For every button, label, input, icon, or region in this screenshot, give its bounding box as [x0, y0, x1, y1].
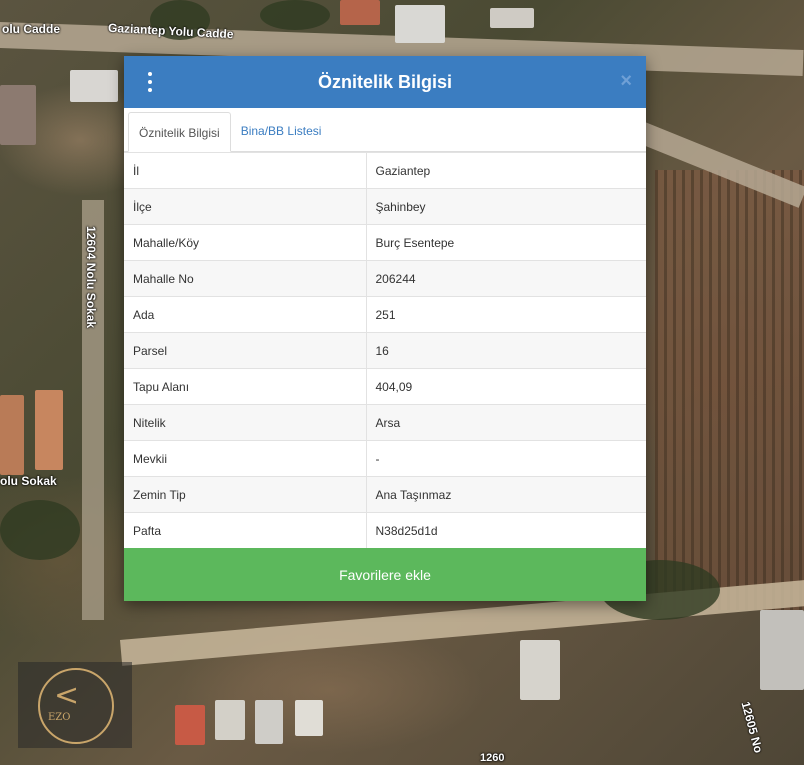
table-row: Tapu Alanı 404,09	[124, 368, 646, 405]
table-row: Mahalle/Köy Burç Esentepe	[124, 224, 646, 261]
attribute-key: İlçe	[124, 188, 367, 225]
building	[215, 700, 245, 740]
table-row: Mevkii -	[124, 440, 646, 477]
attribute-key: İl	[124, 152, 367, 189]
menu-vertical-dots-icon[interactable]	[138, 71, 162, 93]
building	[395, 5, 445, 43]
tree-cluster	[0, 500, 80, 560]
attribute-key: Zemin Tip	[124, 476, 367, 513]
building	[0, 395, 24, 475]
attribute-value: Ana Taşınmaz	[366, 476, 646, 513]
building	[340, 0, 380, 25]
building	[760, 610, 804, 690]
building	[35, 390, 63, 470]
attribute-key: Pafta	[124, 512, 367, 549]
attribute-value: Gaziantep	[366, 152, 646, 189]
attribute-value: 16	[366, 332, 646, 369]
close-icon[interactable]: ×	[620, 70, 632, 92]
street-label: olu Cadde	[2, 22, 61, 36]
tab-bar: Öznitelik Bilgisi Bina/BB Listesi	[124, 108, 646, 152]
building	[255, 700, 283, 744]
building	[0, 85, 36, 145]
street-label: olu Sokak	[0, 474, 57, 488]
attribute-key: Parsel	[124, 332, 367, 369]
attribute-key: Ada	[124, 296, 367, 333]
tab-building-list[interactable]: Bina/BB Listesi	[231, 111, 332, 151]
logo-watermark: < EZO	[18, 662, 132, 748]
table-row: Ada 251	[124, 296, 646, 333]
logo-text: EZO	[48, 712, 71, 723]
attribute-info-dialog: Öznitelik Bilgisi × Öznitelik Bilgisi Bi…	[124, 56, 646, 601]
attribute-value: 251	[366, 296, 646, 333]
street-label: 12605 No	[738, 700, 766, 755]
building	[175, 705, 205, 745]
dialog-header: Öznitelik Bilgisi ×	[124, 56, 646, 108]
add-to-favorites-button[interactable]: Favorilere ekle	[124, 548, 646, 601]
attribute-table: İl Gaziantep İlçe Şahinbey Mahalle/Köy Burç…	[124, 152, 646, 549]
attribute-value: 404,09	[366, 368, 646, 405]
tree-cluster	[260, 0, 330, 30]
logo-chevron-icon: <	[54, 678, 80, 713]
attribute-value: Arsa	[366, 404, 646, 441]
tab-attribute-info[interactable]: Öznitelik Bilgisi	[128, 112, 231, 152]
table-row: Parsel 16	[124, 332, 646, 369]
farm-field	[655, 170, 804, 610]
attribute-key: Mahalle No	[124, 260, 367, 297]
attribute-key: Tapu Alanı	[124, 368, 367, 405]
table-row: Pafta N38d25d1d	[124, 512, 646, 549]
building	[70, 70, 118, 102]
attribute-value: -	[366, 440, 646, 477]
attribute-value: Şahinbey	[366, 188, 646, 225]
table-row: Mahalle No 206244	[124, 260, 646, 297]
attribute-key: Nitelik	[124, 404, 367, 441]
table-row: İl Gaziantep	[124, 152, 646, 189]
table-row: Zemin Tip Ana Taşınmaz	[124, 476, 646, 513]
building	[490, 8, 534, 28]
attribute-key: Mahalle/Köy	[124, 224, 367, 261]
table-row: Nitelik Arsa	[124, 404, 646, 441]
dialog-title: Öznitelik Bilgisi	[317, 71, 453, 92]
attribute-key: Mevkii	[124, 440, 367, 477]
building	[295, 700, 323, 736]
table-row: İlçe Şahinbey	[124, 188, 646, 225]
building	[520, 640, 560, 700]
attribute-value: N38d25d1d	[366, 512, 646, 549]
street-label: 1260	[480, 752, 505, 764]
street-label: 12604 Nolu Sokak	[84, 226, 98, 329]
attribute-value: Burç Esentepe	[366, 224, 646, 261]
attribute-value: 206244	[366, 260, 646, 297]
